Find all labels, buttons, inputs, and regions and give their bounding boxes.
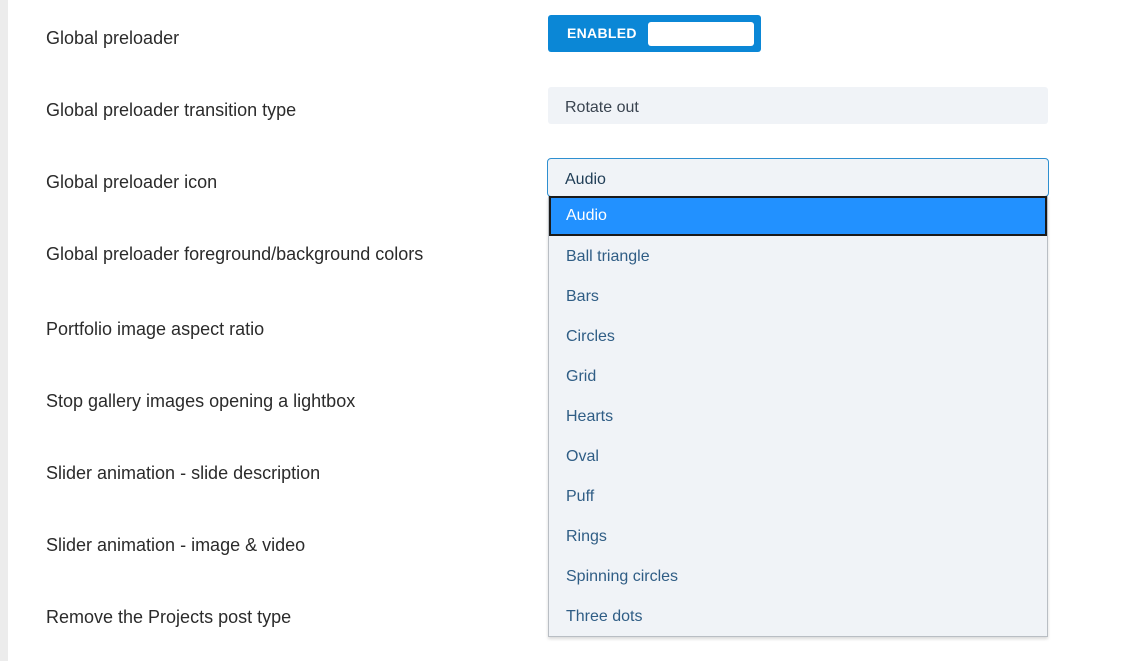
- dropdown-option-grid[interactable]: Grid: [549, 357, 1047, 397]
- dropdown-option-rings[interactable]: Rings: [549, 517, 1047, 557]
- dropdown-option-spinning-circles[interactable]: Spinning circles: [549, 557, 1047, 597]
- setting-label-global-preloader: Global preloader: [46, 28, 180, 48]
- setting-label-remove-projects: Remove the Projects post type: [46, 607, 292, 627]
- toggle-state-label: ENABLED: [567, 25, 637, 41]
- dropdown-option-three-dots[interactable]: Three dots: [549, 597, 1047, 637]
- transition-type-value: Rotate out: [565, 99, 639, 116]
- dropdown-option-oval[interactable]: Oval: [549, 437, 1047, 477]
- setting-label-transition-type: Global preloader transition type: [46, 100, 297, 120]
- preloader-icon-dropdown: Audio Ball triangle Bars Circles Grid He…: [548, 196, 1048, 637]
- setting-label-image-video: Slider animation - image & video: [46, 535, 306, 555]
- setting-label-colors: Global preloader foreground/background c…: [46, 244, 424, 264]
- dropdown-option-puff[interactable]: Puff: [549, 477, 1047, 517]
- preloader-toggle[interactable]: ENABLED: [548, 15, 761, 52]
- preloader-icon-select[interactable]: Audio: [547, 158, 1049, 197]
- transition-type-select[interactable]: Rotate out: [548, 87, 1048, 124]
- preloader-icon-value: Audio: [565, 171, 606, 188]
- dropdown-option-bars[interactable]: Bars: [549, 277, 1047, 317]
- dropdown-option-circles[interactable]: Circles: [549, 317, 1047, 357]
- toggle-knob[interactable]: [648, 22, 754, 46]
- setting-label-preloader-icon: Global preloader icon: [46, 172, 218, 192]
- setting-label-lightbox: Stop gallery images opening a lightbox: [46, 391, 356, 411]
- dropdown-option-audio[interactable]: Audio: [549, 196, 1047, 236]
- dropdown-option-hearts[interactable]: Hearts: [549, 397, 1047, 437]
- setting-label-aspect-ratio: Portfolio image aspect ratio: [46, 319, 265, 339]
- setting-label-slide-description: Slider animation - slide description: [46, 463, 321, 483]
- page-left-edge: [0, 0, 8, 661]
- dropdown-option-ball-triangle[interactable]: Ball triangle: [549, 237, 1047, 277]
